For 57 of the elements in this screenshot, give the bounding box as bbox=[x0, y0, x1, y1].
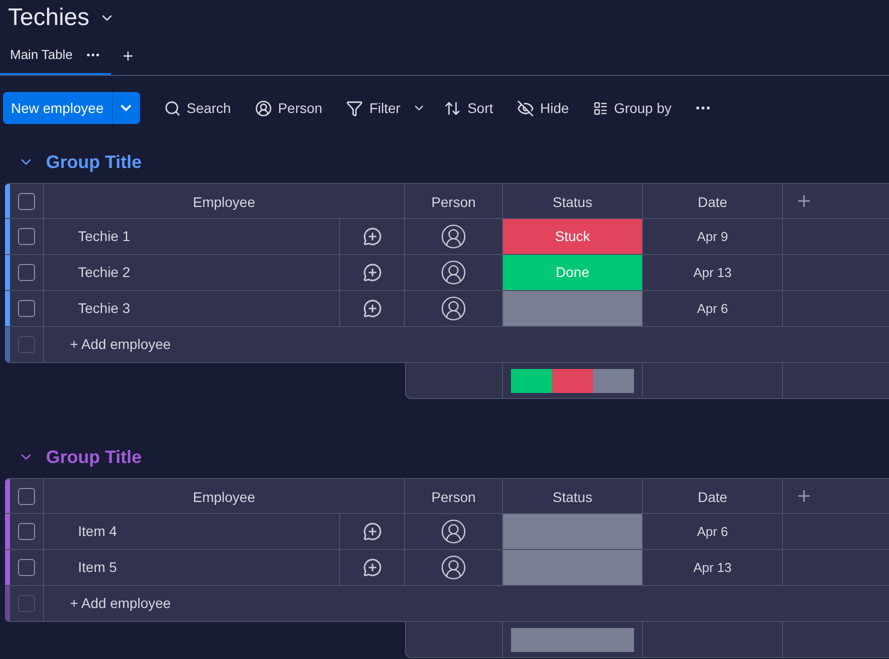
toolbar-button[interactable]: Group by bbox=[580, 92, 684, 124]
sort-icon bbox=[444, 100, 462, 116]
add-update-icon[interactable] bbox=[362, 263, 382, 282]
toolbar-button[interactable]: Hide bbox=[505, 92, 581, 124]
column-header: Person bbox=[405, 479, 503, 515]
checkbox[interactable] bbox=[18, 192, 35, 210]
checkbox[interactable] bbox=[18, 336, 35, 353]
checkbox[interactable] bbox=[18, 488, 35, 504]
column-header: Employee bbox=[44, 184, 405, 220]
person-avatar-icon[interactable] bbox=[440, 259, 467, 286]
checkbox[interactable] bbox=[18, 228, 35, 245]
column-header: Date bbox=[643, 479, 783, 515]
checkbox[interactable] bbox=[18, 300, 35, 317]
person-icon bbox=[254, 100, 272, 116]
search-icon bbox=[164, 100, 181, 116]
date-text[interactable]: Apr 6 bbox=[696, 522, 728, 542]
toolbar-button[interactable]: Sort bbox=[432, 92, 506, 124]
group-icon bbox=[592, 100, 608, 116]
person-avatar-icon[interactable] bbox=[440, 223, 467, 250]
person-avatar-icon[interactable] bbox=[440, 518, 467, 545]
view-tab[interactable]: Main Table bbox=[0, 37, 111, 75]
item-name[interactable]: Techie 3 bbox=[78, 298, 130, 319]
add-update-icon[interactable] bbox=[362, 558, 382, 577]
add-item-link[interactable]: + Add employee bbox=[70, 593, 171, 614]
person-avatar-icon[interactable] bbox=[440, 295, 467, 322]
toolbar-button[interactable]: Search bbox=[152, 92, 243, 124]
checkbox[interactable] bbox=[18, 264, 35, 281]
date-text[interactable]: Apr 9 bbox=[696, 226, 728, 246]
hide-icon bbox=[517, 100, 534, 116]
date-text[interactable]: Apr 13 bbox=[693, 262, 732, 282]
column-header: Date bbox=[643, 184, 783, 220]
add-update-icon[interactable] bbox=[362, 299, 382, 318]
date-text[interactable]: Apr 6 bbox=[696, 298, 728, 318]
group-title[interactable]: Group Title bbox=[46, 444, 142, 470]
add-view-icon[interactable] bbox=[120, 49, 135, 63]
item-name[interactable]: Techie 1 bbox=[78, 226, 130, 247]
add-column-icon[interactable] bbox=[795, 487, 813, 505]
status-label[interactable]: Stuck bbox=[503, 219, 643, 254]
column-header: Person bbox=[405, 184, 503, 220]
date-text[interactable]: Apr 13 bbox=[693, 558, 732, 578]
item-name[interactable]: Item 4 bbox=[78, 521, 117, 542]
item-name[interactable]: Techie 2 bbox=[78, 262, 130, 283]
add-update-icon[interactable] bbox=[362, 227, 382, 246]
add-column-icon[interactable] bbox=[795, 192, 813, 210]
checkbox[interactable] bbox=[18, 559, 35, 576]
column-header: Employee bbox=[44, 479, 405, 515]
board-title: Techies bbox=[8, 3, 90, 33]
add-update-icon[interactable] bbox=[362, 522, 382, 541]
group-title[interactable]: Group Title bbox=[46, 148, 142, 176]
toolbar-button[interactable]: Person bbox=[242, 92, 334, 124]
checkbox[interactable] bbox=[18, 523, 35, 540]
item-name[interactable]: Item 5 bbox=[78, 557, 117, 578]
toolbar-button[interactable]: Filter bbox=[334, 92, 412, 124]
filter-icon bbox=[346, 100, 364, 116]
checkbox[interactable] bbox=[18, 595, 35, 612]
add-item-link[interactable]: + Add employee bbox=[70, 334, 171, 355]
person-avatar-icon[interactable] bbox=[440, 554, 467, 581]
